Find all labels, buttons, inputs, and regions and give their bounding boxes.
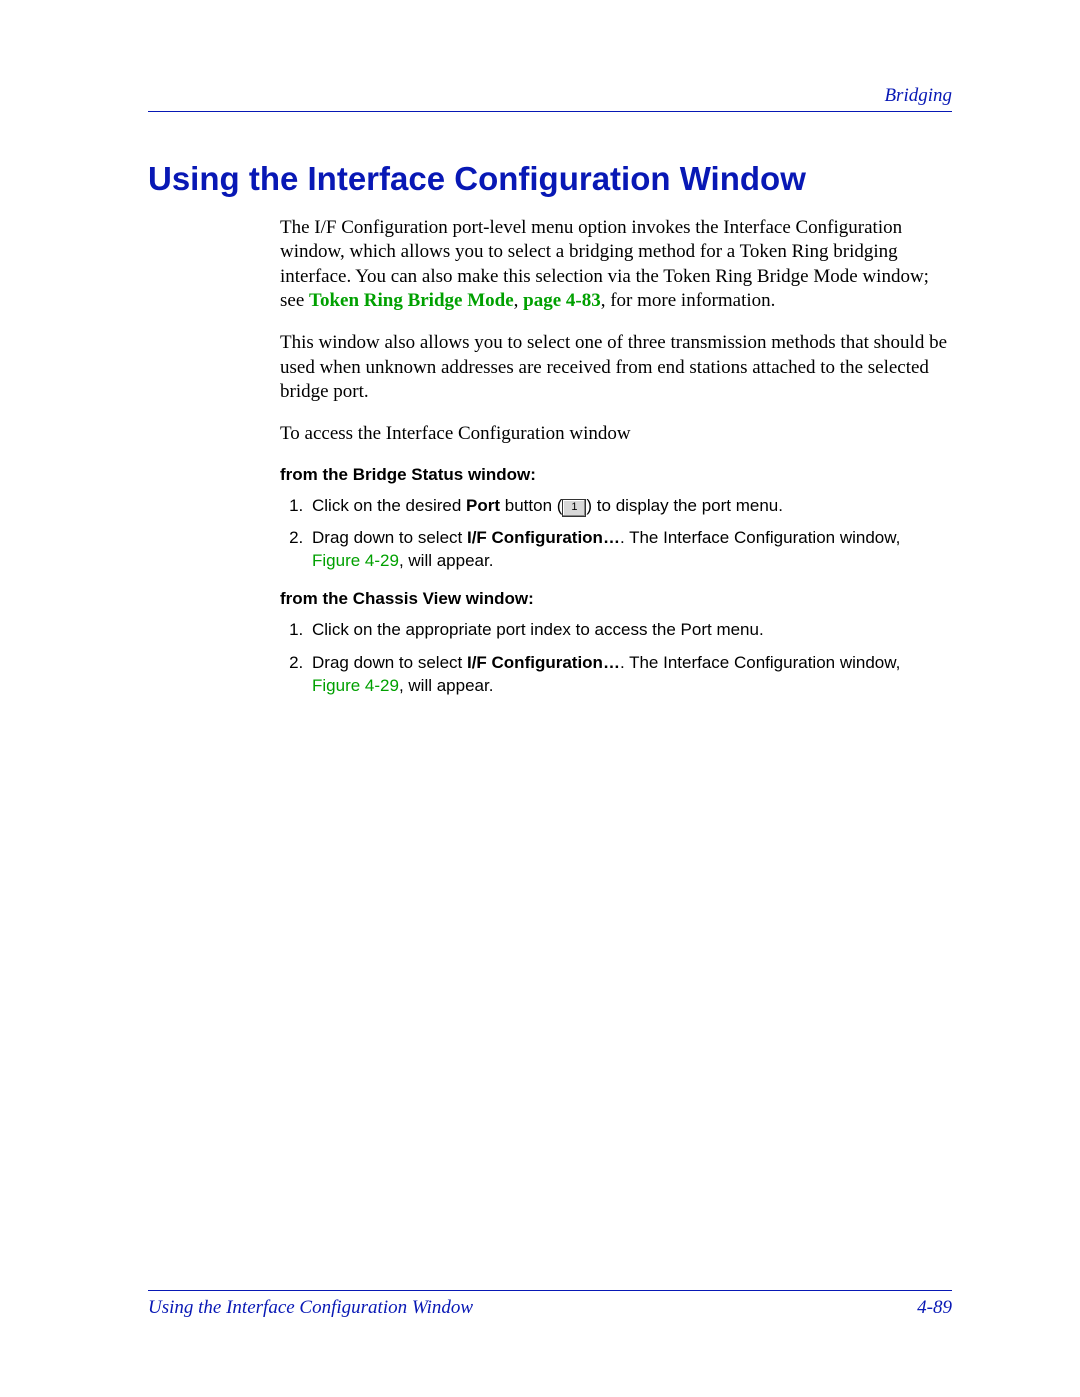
text: . The Interface Configuration window,: [620, 528, 900, 547]
text: Drag down to select: [312, 528, 467, 547]
header-section-label: Bridging: [148, 85, 952, 107]
page-footer: Using the Interface Configuration Window…: [148, 1290, 952, 1319]
text: Click on the desired: [312, 496, 466, 515]
page-title: Using the Interface Configuration Window: [148, 160, 952, 198]
list-item: Click on the appropriate port index to a…: [308, 619, 952, 642]
steps-bridge-status: Click on the desired Port button (1) to …: [280, 495, 952, 574]
header-rule: [148, 111, 952, 112]
text-bold: I/F Configuration…: [467, 653, 620, 672]
intro-para-3: To access the Interface Configuration wi…: [280, 422, 952, 446]
page-content: Bridging Using the Interface Configurati…: [0, 0, 1080, 698]
footer-page-number: 4-89: [917, 1297, 952, 1319]
subhead-bridge-status: from the Bridge Status window:: [280, 465, 952, 485]
footer-left: Using the Interface Configuration Window: [148, 1297, 473, 1319]
list-item: Drag down to select I/F Configuration…. …: [308, 527, 952, 573]
link-token-ring-bridge-mode[interactable]: Token Ring Bridge Mode: [309, 290, 514, 311]
port-button-icon: 1: [562, 499, 586, 517]
intro-para-2: This window also allows you to select on…: [280, 331, 952, 404]
text: , for more information.: [601, 290, 776, 311]
list-item: Drag down to select I/F Configuration…. …: [308, 652, 952, 698]
intro-para-1: The I/F Configuration port-level menu op…: [280, 216, 952, 313]
list-item: Click on the desired Port button (1) to …: [308, 495, 952, 518]
text: ,: [514, 290, 524, 311]
subhead-chassis-view: from the Chassis View window:: [280, 589, 952, 609]
text-bold: I/F Configuration…: [467, 528, 620, 547]
link-figure-4-29[interactable]: Figure 4-29: [312, 551, 399, 570]
text: . The Interface Configuration window,: [620, 653, 900, 672]
body-content: The I/F Configuration port-level menu op…: [280, 216, 952, 698]
link-page-4-83[interactable]: page 4-83: [523, 290, 601, 311]
footer-rule: [148, 1290, 952, 1291]
text: , will appear.: [399, 676, 494, 695]
text-bold: Port: [466, 496, 500, 515]
link-figure-4-29[interactable]: Figure 4-29: [312, 676, 399, 695]
text: button (: [500, 496, 562, 515]
text: ) to display the port menu.: [586, 496, 783, 515]
text: Drag down to select: [312, 653, 467, 672]
steps-chassis-view: Click on the appropriate port index to a…: [280, 619, 952, 698]
text: , will appear.: [399, 551, 494, 570]
